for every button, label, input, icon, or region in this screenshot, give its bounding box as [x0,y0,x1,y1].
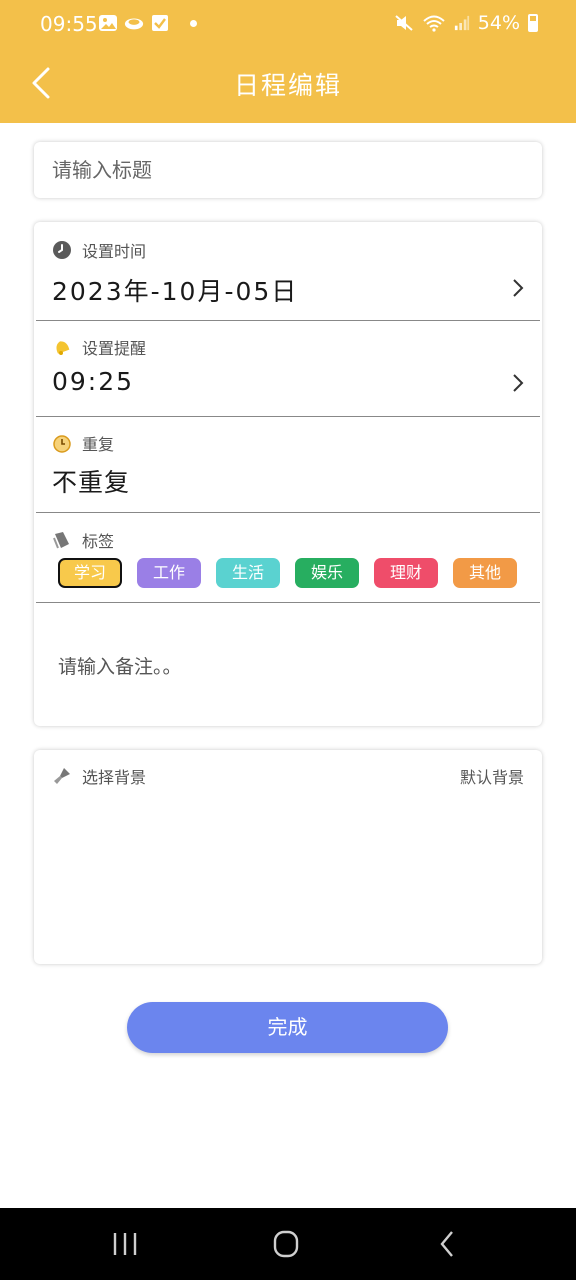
tag-study[interactable]: 学习 [58,558,122,588]
tag-icon [53,532,69,549]
clock-icon [53,241,71,259]
status-time: 09:55 [40,12,98,36]
tag-other[interactable]: 其他 [453,558,517,588]
notification-dot-icon [190,19,197,27]
reminder-value: 09:25 [52,367,135,396]
home-icon[interactable] [266,1228,306,1260]
repeat-row[interactable]: 重复 不重复 [34,417,542,513]
time-value: 2023年-10月-05日 [52,277,299,306]
repeat-label: 重复 [82,435,115,454]
mute-icon [395,15,413,31]
background-label: 选择背景 [82,768,147,787]
time-label: 设置时间 [82,242,147,261]
divider [36,602,540,603]
battery-percent: 54% [477,12,520,34]
status-icons-left [98,14,197,32]
title-card [34,142,542,198]
divider [36,512,540,513]
checkbox-icon [152,15,168,31]
schedule-details-card: 设置时间 2023年-10月-05日 设置提醒 09:25 重复 不重复 标签 … [34,222,542,726]
back-icon[interactable] [428,1228,468,1260]
tag-entertainment[interactable]: 娱乐 [295,558,359,588]
default-background-option[interactable]: 默认背景 [460,764,524,788]
page-title: 日程编辑 [233,71,342,100]
recent-apps-icon[interactable] [105,1228,145,1260]
app-bar: 日程编辑 [0,48,576,123]
repeat-label-line: 重复 [52,431,114,455]
status-bar: 09:55 54% [0,0,576,48]
reminder-label-line: 设置提醒 [52,335,146,359]
reminder-row[interactable]: 设置提醒 09:25 [34,321,542,417]
status-icons-right: 54% [394,12,538,34]
chevron-right-icon [513,374,524,392]
tags-label: 标签 [82,532,115,551]
tag-list: 学习 工作 生活 娱乐 理财 其他 [58,558,517,588]
done-button[interactable]: 完成 [127,1002,448,1053]
cloud-icon [124,18,144,30]
navigation-bar [0,1208,576,1280]
alarm-clock-icon [53,435,71,453]
reminder-label: 设置提醒 [82,339,147,358]
bell-icon [56,341,70,355]
notes-input[interactable]: 请输入备注。。 [58,652,182,679]
header: 09:55 54% 日程编辑 [0,0,576,123]
background-label-line: 选择背景 [52,764,146,788]
tag-work[interactable]: 工作 [137,558,201,588]
chevron-right-icon [513,279,524,297]
signal-icon [454,15,469,31]
image-icon [99,15,117,31]
time-row[interactable]: 设置时间 2023年-10月-05日 [34,222,542,320]
time-label-line: 设置时间 [52,238,146,262]
wifi-icon [423,15,445,32]
battery-icon [528,14,538,32]
title-input[interactable] [34,142,542,198]
brush-icon [54,768,70,784]
repeat-value: 不重复 [52,468,131,497]
tag-finance[interactable]: 理财 [374,558,438,588]
tag-life[interactable]: 生活 [216,558,280,588]
tags-label-line: 标签 [52,528,114,552]
background-card: 选择背景 默认背景 [34,750,542,964]
